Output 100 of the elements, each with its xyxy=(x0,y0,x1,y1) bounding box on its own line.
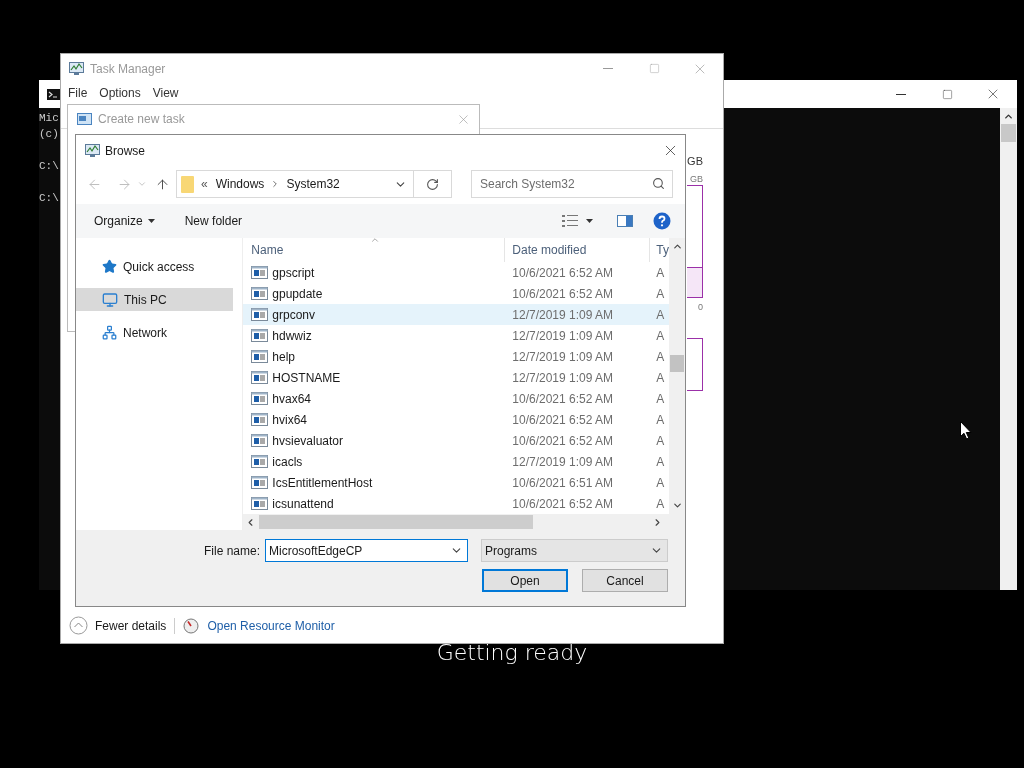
program-icon xyxy=(251,455,269,468)
star-icon xyxy=(102,259,117,274)
file-name: hdwwiz xyxy=(272,327,312,345)
file-row[interactable]: icacls 12/7/2019 1:09 AM A xyxy=(243,451,669,472)
search-field[interactable]: Search System32 xyxy=(471,170,673,198)
menu-item[interactable]: Options xyxy=(94,84,146,102)
program-icon xyxy=(251,266,269,279)
menu-item[interactable]: File xyxy=(63,84,93,102)
file-row[interactable]: hvix64 10/6/2021 6:52 AM A xyxy=(243,409,669,430)
console-text: C:\ xyxy=(39,159,59,174)
graph-scale-text: GB xyxy=(690,173,703,185)
file-name: icsunattend xyxy=(272,495,334,513)
dialog-button[interactable]: Cancel xyxy=(582,569,668,592)
program-icon xyxy=(251,350,269,363)
field-label: File name: xyxy=(203,542,260,560)
nav-item[interactable]: Quick access xyxy=(76,255,233,278)
file-name: hvix64 xyxy=(272,411,307,429)
memory-composition-bar xyxy=(687,338,703,391)
mouse-pointer-icon xyxy=(960,421,973,440)
folder-icon xyxy=(181,175,194,193)
file-row[interactable]: gpscript 10/6/2021 6:52 AM A xyxy=(243,262,669,283)
maximize-icon xyxy=(648,63,660,74)
date-modified: 12/7/2019 1:09 AM xyxy=(511,327,615,345)
scroll-thumb xyxy=(670,355,684,372)
file-name: icacls xyxy=(272,453,303,471)
organize-button[interactable]: Organize xyxy=(94,212,155,230)
file-row[interactable]: grpconv 12/7/2019 1:09 AM A xyxy=(243,304,669,325)
fewer-details-button[interactable]: Fewer details xyxy=(69,616,167,635)
date-modified: 10/6/2021 6:52 AM xyxy=(511,495,615,513)
date-modified: 12/7/2019 1:09 AM xyxy=(511,306,615,324)
minimize-icon xyxy=(896,93,906,95)
dialog-title: Create new task xyxy=(98,111,185,128)
chevron-down-icon xyxy=(137,179,147,189)
date-modified: 10/6/2021 6:52 AM xyxy=(511,390,615,408)
memory-total-text: GB xyxy=(687,154,703,169)
file-name: grpconv xyxy=(272,306,316,324)
gauge-icon xyxy=(183,617,200,634)
column-header[interactable]: Date modified xyxy=(505,238,651,262)
monitor-chart-icon xyxy=(68,61,85,76)
file-row[interactable]: hvax64 10/6/2021 6:52 AM A xyxy=(243,388,669,409)
file-type: A xyxy=(655,495,665,513)
date-modified: 10/6/2021 6:52 AM xyxy=(511,264,615,282)
overflow-text: « xyxy=(201,176,208,193)
file-type: A xyxy=(655,264,665,282)
status-text: Getting ready xyxy=(435,639,589,667)
dialog-button[interactable]: Open xyxy=(482,569,568,592)
file-row[interactable]: hdwwiz 12/7/2019 1:09 AM A xyxy=(243,325,669,346)
file-row[interactable]: hvsievaluator 10/6/2021 6:52 AM A xyxy=(243,430,669,451)
file-type: A xyxy=(655,411,665,429)
maximize-icon xyxy=(941,88,953,100)
file-row[interactable]: IcsEntitlementHost 10/6/2021 6:51 AM A xyxy=(243,472,669,493)
menu-item[interactable]: View xyxy=(147,84,184,102)
caret-icon xyxy=(586,219,593,223)
file-row[interactable]: gpupdate 10/6/2021 6:52 AM A xyxy=(243,283,669,304)
file-row[interactable]: icsunattend 10/6/2021 6:52 AM A xyxy=(243,493,669,514)
nav-item[interactable]: Network xyxy=(76,321,233,344)
resource-monitor-link[interactable]: Open Resource Monitor xyxy=(207,616,335,635)
forward-button[interactable] xyxy=(117,176,132,192)
file-name: help xyxy=(272,348,295,366)
network-icon xyxy=(102,325,117,340)
minimize-icon xyxy=(603,68,613,69)
column-header[interactable]: Ty xyxy=(650,238,669,262)
date-modified: 12/7/2019 1:09 AM xyxy=(511,453,615,471)
scroll-down-icon xyxy=(671,500,683,511)
file-name: IcsEntitlementHost xyxy=(272,474,373,492)
console-text: (c) xyxy=(39,127,59,142)
date-modified: 10/6/2021 6:52 AM xyxy=(511,432,615,450)
details-view-icon xyxy=(562,215,578,227)
file-type: A xyxy=(655,390,665,408)
program-icon xyxy=(251,329,269,342)
view-options-button[interactable] xyxy=(562,215,593,227)
file-name: hvax64 xyxy=(272,390,312,408)
console-icon xyxy=(47,88,61,100)
file-type: A xyxy=(655,306,665,324)
nav-item[interactable]: This PC xyxy=(76,288,233,311)
program-icon xyxy=(251,308,269,321)
breadcrumb-item[interactable]: System32 xyxy=(286,175,340,193)
help-button[interactable] xyxy=(653,212,671,230)
file-name: hvsievaluator xyxy=(272,432,344,450)
file-row[interactable]: help 12/7/2019 1:09 AM A xyxy=(243,346,669,367)
program-icon xyxy=(251,497,269,510)
up-button[interactable] xyxy=(155,176,170,192)
breadcrumb-item[interactable]: Windows xyxy=(215,175,265,193)
back-button[interactable] xyxy=(87,176,102,192)
dialog-title: Browse xyxy=(105,142,145,160)
file-type: A xyxy=(655,348,665,366)
file-name-field[interactable]: MicrosoftEdgeCP xyxy=(265,539,468,562)
program-icon xyxy=(251,434,269,447)
preview-pane-button[interactable] xyxy=(617,215,633,227)
program-icon xyxy=(251,413,269,426)
new-folder-button[interactable]: New folder xyxy=(184,212,243,230)
recent-locations-button[interactable] xyxy=(137,179,147,189)
file-type-dropdown[interactable]: Programs xyxy=(481,539,668,562)
search-icon xyxy=(652,177,665,190)
help-icon xyxy=(653,212,671,230)
file-name: gpupdate xyxy=(272,285,323,303)
file-name: gpscript xyxy=(272,264,315,282)
collapse-icon xyxy=(69,616,88,635)
column-header[interactable]: Name xyxy=(243,238,506,262)
file-row[interactable]: HOSTNAME 12/7/2019 1:09 AM A xyxy=(243,367,669,388)
